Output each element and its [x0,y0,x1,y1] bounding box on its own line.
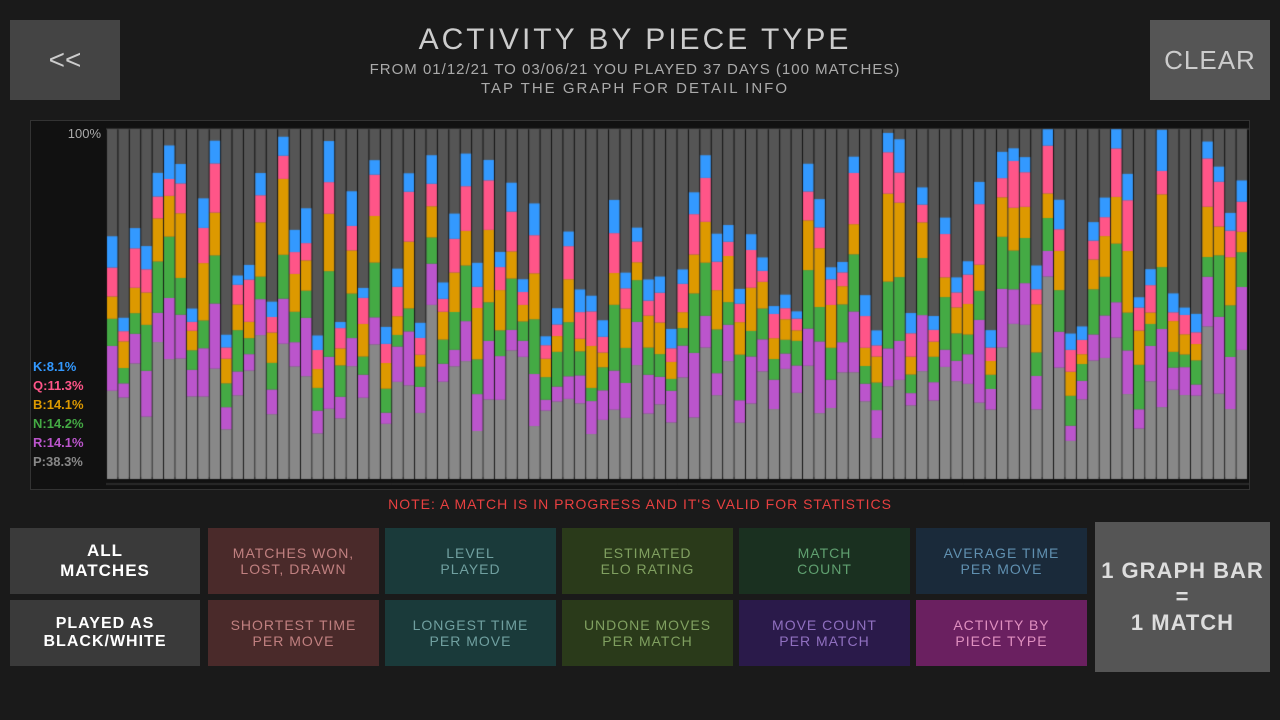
stats-grid: MATCHES WON,LOST, DRAWN LEVELPLAYED ESTI… [208,528,1087,666]
header: << ACTIVITY BY PIECE TYPE FROM 01/12/21 … [0,0,1280,120]
bottom-toolbar: ALLMATCHES PLAYED ASBLACK/WHITE MATCHES … [0,522,1280,672]
clear-button[interactable]: CLEAR [1150,20,1270,100]
level-played-button[interactable]: LEVELPLAYED [385,528,556,594]
legend-b: B:14.1% [33,397,84,412]
header-center: ACTIVITY BY PIECE TYPE FROM 01/12/21 TO … [120,23,1150,97]
graph-bar-line2: = [1176,584,1190,610]
elo-rating-button[interactable]: ESTIMATEDELO RATING [562,528,733,594]
chart-canvas[interactable] [106,121,1249,489]
matches-won-button[interactable]: MATCHES WON,LOST, DRAWN [208,528,379,594]
legend-p: P:38.3% [33,454,84,469]
y-axis: 100% K:8.1% Q:11.3% B:14.1% N:14.2% R:14… [31,121,106,489]
avg-time-button[interactable]: AVERAGE TIMEPER MOVE [916,528,1087,594]
legend-k: K:8.1% [33,359,84,374]
page-title: ACTIVITY BY PIECE TYPE [120,23,1150,57]
legend: K:8.1% Q:11.3% B:14.1% N:14.2% R:14.1% P… [33,359,84,469]
graph-bar-line1: 1 GRAPH BAR [1101,558,1264,584]
back-button[interactable]: << [10,20,120,100]
shortest-time-button[interactable]: SHORTEST TIMEPER MOVE [208,600,379,666]
header-subtitle: FROM 01/12/21 TO 03/06/21 YOU PLAYED 37 … [120,61,1150,78]
match-count-button[interactable]: MATCHCOUNT [739,528,910,594]
undone-moves-button[interactable]: UNDONE MOVESPER MATCH [562,600,733,666]
legend-r: R:14.1% [33,435,84,450]
played-as-button[interactable]: PLAYED ASBLACK/WHITE [10,600,200,666]
y-max-label: 100% [68,126,101,141]
all-matches-button[interactable]: ALLMATCHES [10,528,200,594]
graph-bar-line3: 1 MATCH [1131,610,1234,636]
move-count-button[interactable]: MOVE COUNTPER MATCH [739,600,910,666]
filter-buttons: ALLMATCHES PLAYED ASBLACK/WHITE [10,528,200,666]
graph-bar-info: 1 GRAPH BAR = 1 MATCH [1095,522,1270,672]
chart-note: NOTE: A MATCH IS IN PROGRESS AND IT'S VA… [0,496,1280,512]
bar-chart[interactable] [106,121,1249,489]
header-tap-hint: TAP THE GRAPH FOR DETAIL INFO [120,80,1150,97]
legend-n: N:14.2% [33,416,84,431]
chart-area[interactable]: 100% K:8.1% Q:11.3% B:14.1% N:14.2% R:14… [30,120,1250,490]
legend-q: Q:11.3% [33,378,84,393]
longest-time-button[interactable]: LONGEST TIMEPER MOVE [385,600,556,666]
activity-piece-type-button[interactable]: ACTIVITY BYPIECE TYPE [916,600,1087,666]
